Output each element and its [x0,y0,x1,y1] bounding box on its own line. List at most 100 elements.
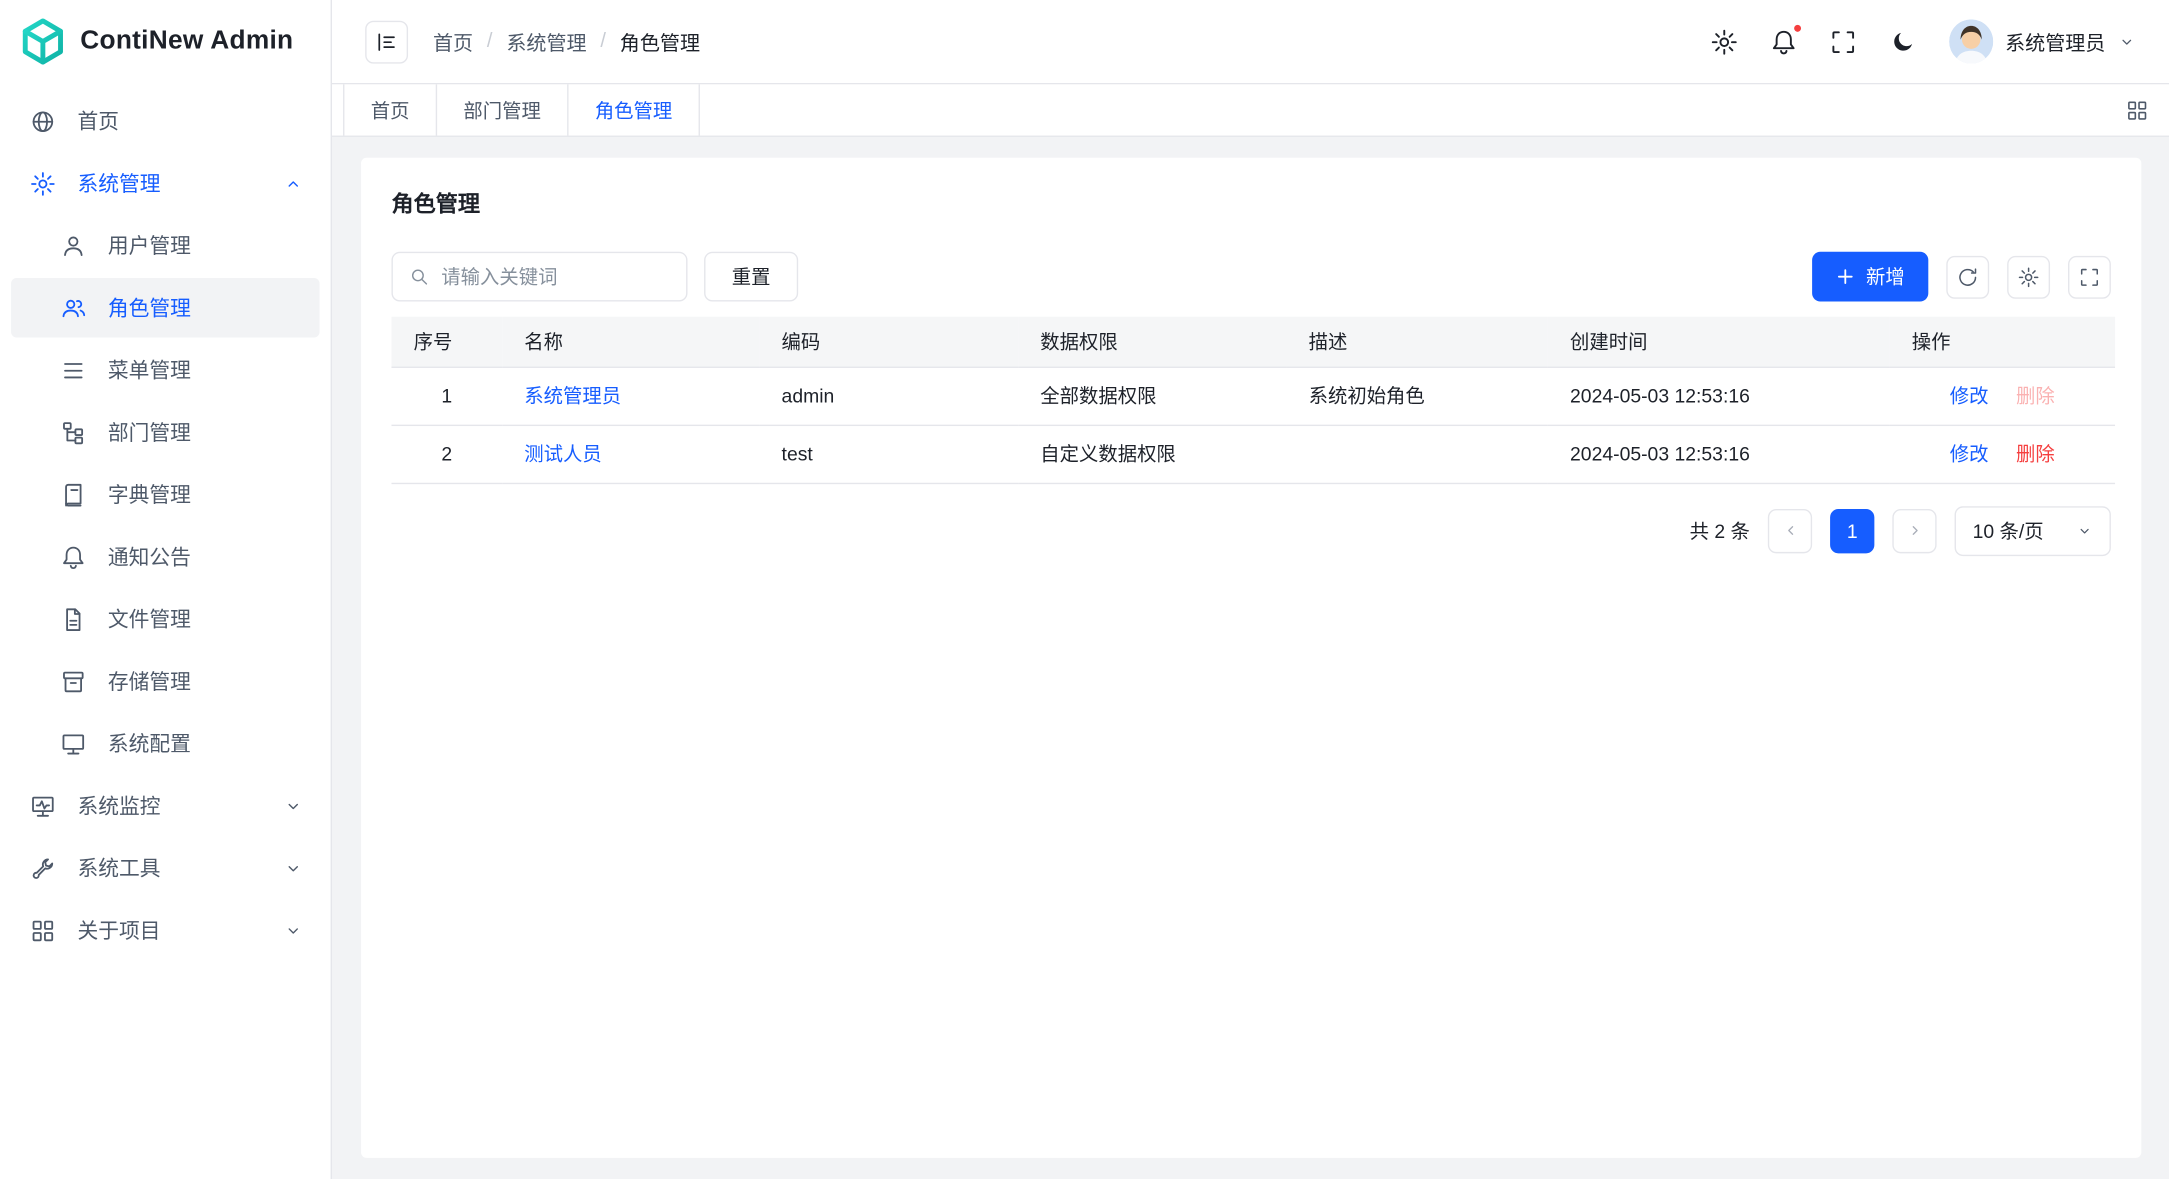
users-icon [61,295,86,320]
cell-index: 2 [391,425,502,483]
gear-icon [30,171,55,196]
settings-button[interactable] [1710,28,1738,56]
column-settings-button[interactable] [2007,255,2050,298]
sidebar-item-label: 部门管理 [108,418,191,447]
column-header-code: 编码 [759,317,1018,367]
menu-list-icon [61,358,86,383]
breadcrumb-item[interactable]: 首页 [433,27,473,56]
table-fullscreen-button[interactable] [2068,255,2111,298]
gear-icon [1711,28,1737,54]
delete-link[interactable]: 删除 [2016,443,2055,465]
file-icon [61,607,86,632]
cell-code: admin [759,367,1018,425]
page-tabs: 首页 部门管理 角色管理 [332,84,2169,137]
sidebar-item-label: 系统监控 [77,791,160,820]
sidebar-item-user-mgmt[interactable]: 用户管理 [11,216,319,275]
sidebar-item-file-mgmt[interactable]: 文件管理 [11,589,319,648]
sidebar-item-notice[interactable]: 通知公告 [11,527,319,586]
toolbar: 重置 新增 [391,252,2110,302]
fullscreen-button[interactable] [1829,28,1857,56]
fullscreen-icon [1830,28,1856,54]
page-title: 角色管理 [391,185,2110,218]
sidebar-item-dict-mgmt[interactable]: 字典管理 [11,465,319,524]
tree-icon [61,420,86,445]
notification-badge-dot [1792,24,1802,34]
cell-desc [1286,425,1547,483]
cell-scope: 自定义数据权限 [1018,425,1286,483]
prev-page-button[interactable] [1768,508,1812,552]
user-icon [61,233,86,258]
tab-label: 部门管理 [463,96,540,124]
dark-mode-button[interactable] [1889,28,1917,56]
breadcrumb: 首页 / 系统管理 / 角色管理 [433,27,700,56]
table-row: 1 系统管理员 admin 全部数据权限 系统初始角色 2024-05-03 1… [391,367,2115,425]
sidebar-group-system-monitor[interactable]: 系统监控 [11,776,319,835]
sidebar-item-home[interactable]: 首页 [11,91,319,150]
column-header-name: 名称 [502,317,759,367]
sidebar-item-label: 存储管理 [108,667,191,696]
sidebar-item-label: 系统工具 [77,853,160,882]
sidebar-item-dept-mgmt[interactable]: 部门管理 [11,403,319,462]
cell-code: test [759,425,1018,483]
gear-icon [2018,266,2039,287]
add-button-label: 新增 [1866,263,1905,291]
avatar [1948,19,1992,63]
role-mgmt-card: 角色管理 重置 新增 [361,158,2141,1157]
role-name-link[interactable]: 系统管理员 [524,385,621,407]
edit-link[interactable]: 修改 [1950,385,1989,407]
user-menu[interactable]: 系统管理员 [1948,19,2135,63]
tab-actions-button[interactable] [2126,84,2169,135]
cell-created: 2024-05-03 12:53:16 [1548,425,1890,483]
sidebar-item-label: 系统配置 [108,729,191,758]
tab-dept-mgmt[interactable]: 部门管理 [437,84,568,135]
next-page-button[interactable] [1892,508,1936,552]
sidebar-item-menu-mgmt[interactable]: 菜单管理 [11,340,319,399]
desktop-icon [61,731,86,756]
logo-row[interactable]: ContiNew Admin [0,0,331,83]
plus-icon [1836,267,1855,286]
grid-icon [2126,99,2148,121]
cell-created: 2024-05-03 12:53:16 [1548,367,1890,425]
sidebar-item-label: 字典管理 [108,480,191,509]
bell-icon [1771,28,1797,54]
reset-button[interactable]: 重置 [704,252,798,302]
sidebar-menu: 首页 系统管理 用户管理 角色 [0,83,331,1179]
sidebar-item-storage-mgmt[interactable]: 存储管理 [11,652,319,711]
sidebar-item-label: 系统管理 [77,169,160,198]
sidebar-collapse-button[interactable] [365,20,408,63]
tab-role-mgmt[interactable]: 角色管理 [569,84,700,135]
delete-link-disabled: 删除 [2016,385,2055,407]
sidebar-item-role-mgmt[interactable]: 角色管理 [11,278,319,337]
breadcrumb-item[interactable]: 系统管理 [506,27,586,56]
sidebar-group-system-tools[interactable]: 系统工具 [11,838,319,897]
refresh-icon [1957,266,1978,287]
chevron-down-icon [284,858,303,877]
pagination-total: 共 2 条 [1690,517,1750,545]
search-input[interactable] [441,266,672,288]
column-header-index: 序号 [391,317,502,367]
notifications-button[interactable] [1770,28,1798,56]
tab-label: 角色管理 [595,96,672,124]
column-header-actions: 操作 [1890,317,2115,367]
refresh-button[interactable] [1946,255,1989,298]
chevron-up-icon [284,174,303,193]
expand-icon [2079,266,2100,287]
breadcrumb-item-current: 角色管理 [620,27,700,56]
edit-link[interactable]: 修改 [1950,443,1989,465]
sidebar-item-system-config[interactable]: 系统配置 [11,714,319,773]
cell-actions: 修改 删除 [1890,367,2115,425]
add-button[interactable]: 新增 [1812,252,1928,302]
chevron-down-icon [284,796,303,815]
chevron-down-icon [2118,33,2136,51]
role-name-link[interactable]: 测试人员 [524,443,601,465]
page-size-select[interactable]: 10 条/页 [1955,506,2111,556]
monitor-pulse-icon [30,793,55,818]
chevron-right-icon [1905,522,1923,540]
current-page-button[interactable]: 1 [1830,508,1874,552]
sidebar-group-about[interactable]: 关于项目 [11,901,319,960]
sidebar-group-system-mgmt[interactable]: 系统管理 [11,154,319,213]
tab-home[interactable]: 首页 [343,84,437,135]
username: 系统管理员 [2005,27,2105,56]
cell-actions: 修改 删除 [1890,425,2115,483]
breadcrumb-separator: / [600,30,606,52]
